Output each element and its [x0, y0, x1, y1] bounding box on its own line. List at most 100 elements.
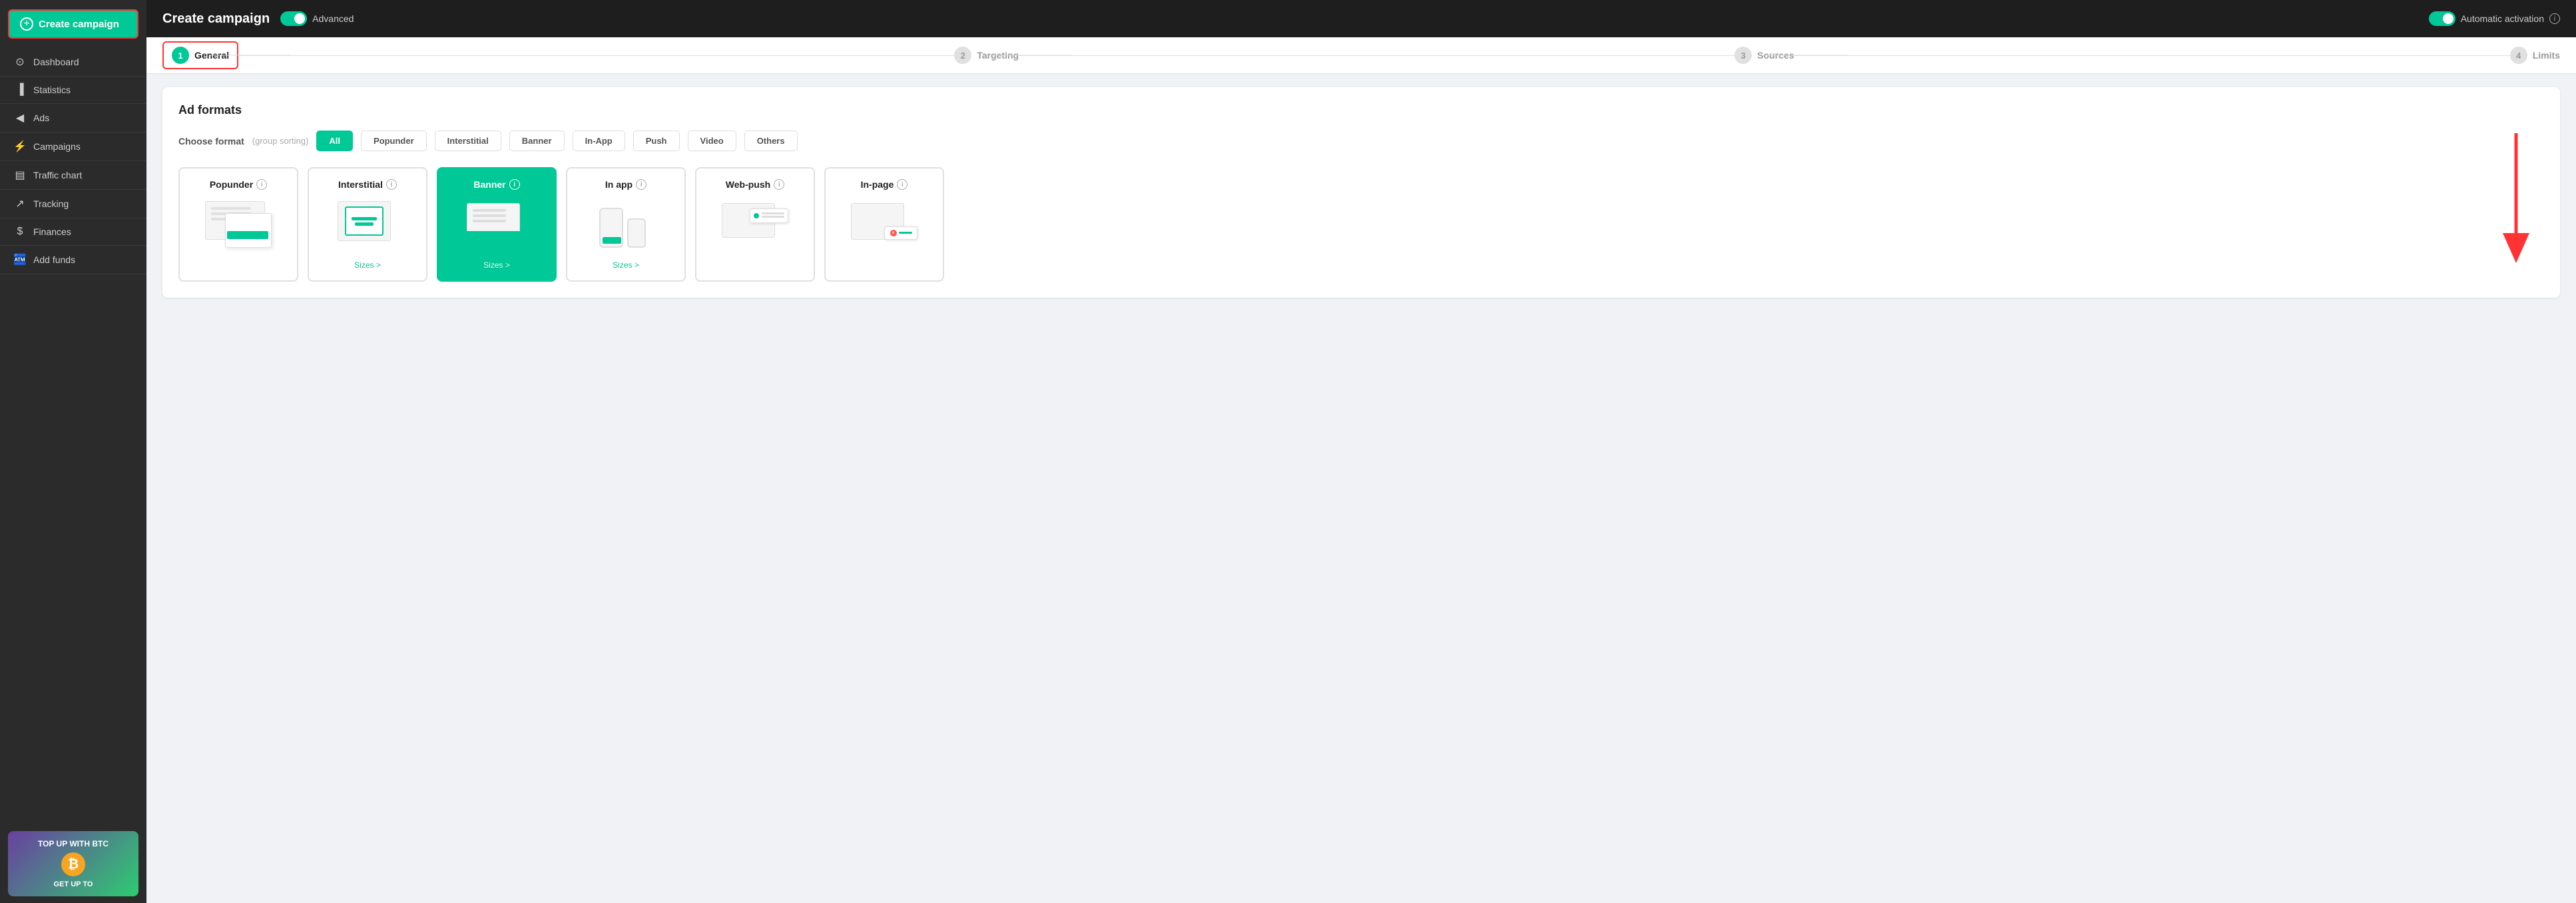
advanced-toggle[interactable]: [280, 11, 307, 26]
content-area: Ad formats Choose format (group sorting)…: [146, 74, 2576, 903]
group-sorting-label: (group sorting): [252, 136, 309, 146]
traffic-chart-icon: ▤: [13, 168, 27, 182]
step-connector-1: [238, 55, 954, 56]
inpage-title: In-page i: [861, 179, 908, 190]
webpush-graphic: [722, 203, 788, 246]
step-general[interactable]: 1 General: [162, 41, 238, 69]
interstitial-graphic: [338, 201, 397, 248]
sidebar-item-traffic-chart[interactable]: ▤ Traffic chart: [0, 161, 146, 190]
dashboard-icon: ⊙: [13, 55, 27, 69]
filter-push-button[interactable]: Push: [633, 131, 680, 151]
finances-icon: $: [13, 226, 27, 238]
inapp-title: In app i: [605, 179, 646, 190]
banner-title: Banner i: [473, 179, 519, 190]
sidebar-item-label: Dashboard: [33, 57, 79, 67]
filter-interstitial-button[interactable]: Interstitial: [435, 131, 501, 151]
sidebar-item-label: Add funds: [33, 254, 75, 265]
page-title: Create campaign: [162, 11, 270, 27]
promo-text-1: TOP UP WITH BTC: [38, 839, 109, 848]
filter-inapp-button[interactable]: In-App: [573, 131, 625, 151]
advanced-toggle-group: Advanced: [280, 11, 354, 26]
ad-card-banner[interactable]: Banner i Sizes >: [437, 167, 557, 282]
step-targeting[interactable]: 2 Targeting: [954, 37, 1019, 73]
step-limits[interactable]: 4 Limits: [2510, 37, 2560, 73]
ad-card-inapp[interactable]: In app i Sizes >: [566, 167, 686, 282]
sidebar-item-campaigns[interactable]: ⚡ Campaigns: [0, 133, 146, 161]
create-campaign-button[interactable]: + Create campaign: [8, 9, 138, 39]
sidebar-item-label: Tracking: [33, 198, 69, 209]
ad-card-webpush[interactable]: Web-push i: [695, 167, 815, 282]
format-filter-row: Choose format (group sorting) All Popund…: [178, 131, 2544, 151]
banner-info-icon[interactable]: i: [509, 179, 520, 190]
banner-page-lines: [473, 209, 506, 225]
step-1-label: General: [194, 50, 229, 61]
interstitial-info-icon[interactable]: i: [386, 179, 397, 190]
sidebar-item-finances[interactable]: $ Finances: [0, 218, 146, 246]
sidebar-item-label: Traffic chart: [33, 170, 82, 180]
filter-all-button[interactable]: All: [316, 131, 353, 151]
plus-circle-icon: +: [20, 17, 33, 31]
advanced-label: Advanced: [312, 13, 354, 24]
sidebar-item-statistics[interactable]: ▐ Statistics: [0, 77, 146, 104]
ad-card-popunder[interactable]: Popunder i: [178, 167, 298, 282]
popunder-illustration: [190, 198, 286, 251]
popunder-graphic: [205, 201, 272, 248]
auto-activation-toggle[interactable]: [2429, 11, 2455, 26]
webpush-notif-lines: [762, 212, 784, 219]
banner-strip: [467, 231, 520, 240]
banner-sizes-link[interactable]: Sizes >: [483, 260, 510, 270]
tracking-icon: ↗: [13, 197, 27, 210]
filter-video-button[interactable]: Video: [688, 131, 736, 151]
inpage-notification: ×: [884, 226, 917, 240]
step-connector-2: [1019, 55, 1734, 56]
filter-popunder-button[interactable]: Popunder: [361, 131, 427, 151]
popunder-info-icon[interactable]: i: [256, 179, 267, 190]
promo-banner[interactable]: TOP UP WITH BTC ₿ GET UP TO: [8, 831, 138, 896]
popunder-front-page: [225, 213, 272, 248]
sidebar-item-ads[interactable]: ◀ Ads: [0, 104, 146, 133]
filter-others-button[interactable]: Others: [744, 131, 798, 151]
inapp-sizes-link[interactable]: Sizes >: [613, 260, 639, 270]
sidebar-item-label: Statistics: [33, 85, 71, 95]
ad-card-interstitial[interactable]: Interstitial i Sizes >: [308, 167, 427, 282]
sidebar-item-label: Finances: [33, 226, 71, 237]
inapp-phone-banner: [603, 237, 621, 244]
create-campaign-label: Create campaign: [39, 19, 119, 30]
steps-bar: 1 General 2 Targeting 3 Sources: [146, 37, 2576, 74]
sidebar-item-tracking[interactable]: ↗ Tracking: [0, 190, 146, 218]
sidebar-item-label: Ads: [33, 113, 49, 123]
inpage-line: [899, 232, 912, 234]
step-4-number: 4: [2510, 47, 2527, 64]
inapp-illustration: [578, 198, 674, 251]
step-1-number: 1: [172, 47, 189, 64]
interstitial-illustration: [320, 198, 415, 251]
step-4-label: Limits: [2533, 50, 2560, 61]
banner-graphic: [467, 203, 527, 246]
sidebar-item-add-funds[interactable]: 🏧 Add funds: [0, 246, 146, 274]
webpush-info-icon[interactable]: i: [774, 179, 784, 190]
header-left: Create campaign Advanced: [162, 11, 354, 27]
step-2-number: 2: [954, 47, 971, 64]
ad-card-inpage[interactable]: In-page i ×: [824, 167, 944, 282]
sidebar-item-dashboard[interactable]: ⊙ Dashboard: [0, 48, 146, 77]
auto-activation-info-icon[interactable]: i: [2549, 13, 2560, 24]
interstitial-sizes-link[interactable]: Sizes >: [354, 260, 381, 270]
step-3-number: 3: [1734, 47, 1752, 64]
webpush-notification: [750, 208, 788, 223]
choose-format-label: Choose format: [178, 136, 244, 147]
inpage-illustration: ×: [836, 198, 932, 251]
inpage-graphic: ×: [851, 203, 917, 246]
inapp-phone-2: [627, 218, 646, 248]
inpage-info-icon[interactable]: i: [897, 179, 907, 190]
ad-formats-title: Ad formats: [178, 103, 2544, 117]
inapp-graphic: [599, 201, 652, 248]
header-right: Automatic activation i: [2429, 11, 2560, 26]
inapp-info-icon[interactable]: i: [636, 179, 646, 190]
filter-banner-button[interactable]: Banner: [509, 131, 565, 151]
interstitial-title: Interstitial i: [338, 179, 397, 190]
promo-text-2: GET UP TO: [54, 880, 93, 888]
step-connector-3: [1794, 55, 2510, 56]
webpush-notif-dot: [754, 213, 759, 218]
inapp-phone-1: [599, 208, 623, 248]
step-sources[interactable]: 3 Sources: [1734, 37, 1794, 73]
